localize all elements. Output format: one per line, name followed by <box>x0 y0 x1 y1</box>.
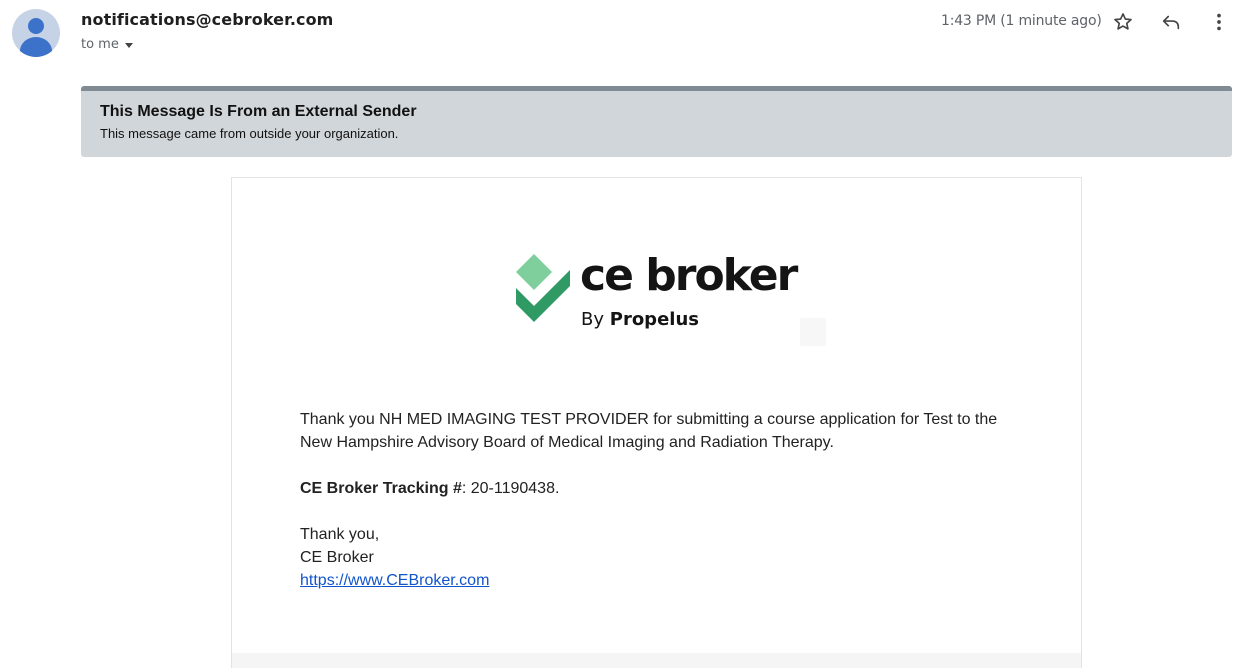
tracking-label: CE Broker Tracking # <box>300 480 462 497</box>
person-icon <box>28 18 44 34</box>
logo-byline: By Propelus <box>581 309 699 330</box>
cebroker-mark-icon <box>516 254 570 322</box>
reply-button[interactable] <box>1158 9 1184 35</box>
tracking-line: CE Broker Tracking #: 20-1190438. <box>300 477 1020 500</box>
signature: CE Broker <box>300 549 374 566</box>
message-paragraph: Thank you NH MED IMAGING TEST PROVIDER f… <box>300 411 998 451</box>
banner-subtitle: This message came from outside your orga… <box>100 126 399 141</box>
reply-icon <box>1162 15 1180 30</box>
card-footer <box>232 653 1081 668</box>
caret-down-icon <box>124 42 133 48</box>
image-placeholder <box>800 318 826 346</box>
external-sender-banner: This Message Is From an External Sender … <box>81 86 1232 157</box>
star-icon <box>1114 13 1132 30</box>
message-timestamp: 1:43 PM (1 minute ago) <box>941 13 1102 29</box>
email-body-card: ce broker By Propelus Thank you NH MED I… <box>231 177 1082 668</box>
more-vert-icon <box>1217 13 1221 31</box>
recipient-toggle[interactable]: to me <box>81 37 133 52</box>
more-options-button[interactable] <box>1206 9 1232 35</box>
sender-avatar[interactable] <box>12 9 60 57</box>
signoff: Thank you, <box>300 526 380 543</box>
banner-title: This Message Is From an External Sender <box>100 103 417 120</box>
star-button[interactable] <box>1110 9 1136 35</box>
tracking-value: : 20-1190438. <box>461 480 560 497</box>
email-content: Thank you NH MED IMAGING TEST PROVIDER f… <box>300 408 1020 592</box>
cebroker-logo: ce broker By Propelus <box>502 250 822 342</box>
recipient-label: to me <box>81 37 119 52</box>
cebroker-link[interactable]: https://www.CEBroker.com <box>300 572 489 589</box>
logo-wordmark: ce broker <box>580 250 798 301</box>
sender-email[interactable]: notifications@cebroker.com <box>81 10 333 29</box>
